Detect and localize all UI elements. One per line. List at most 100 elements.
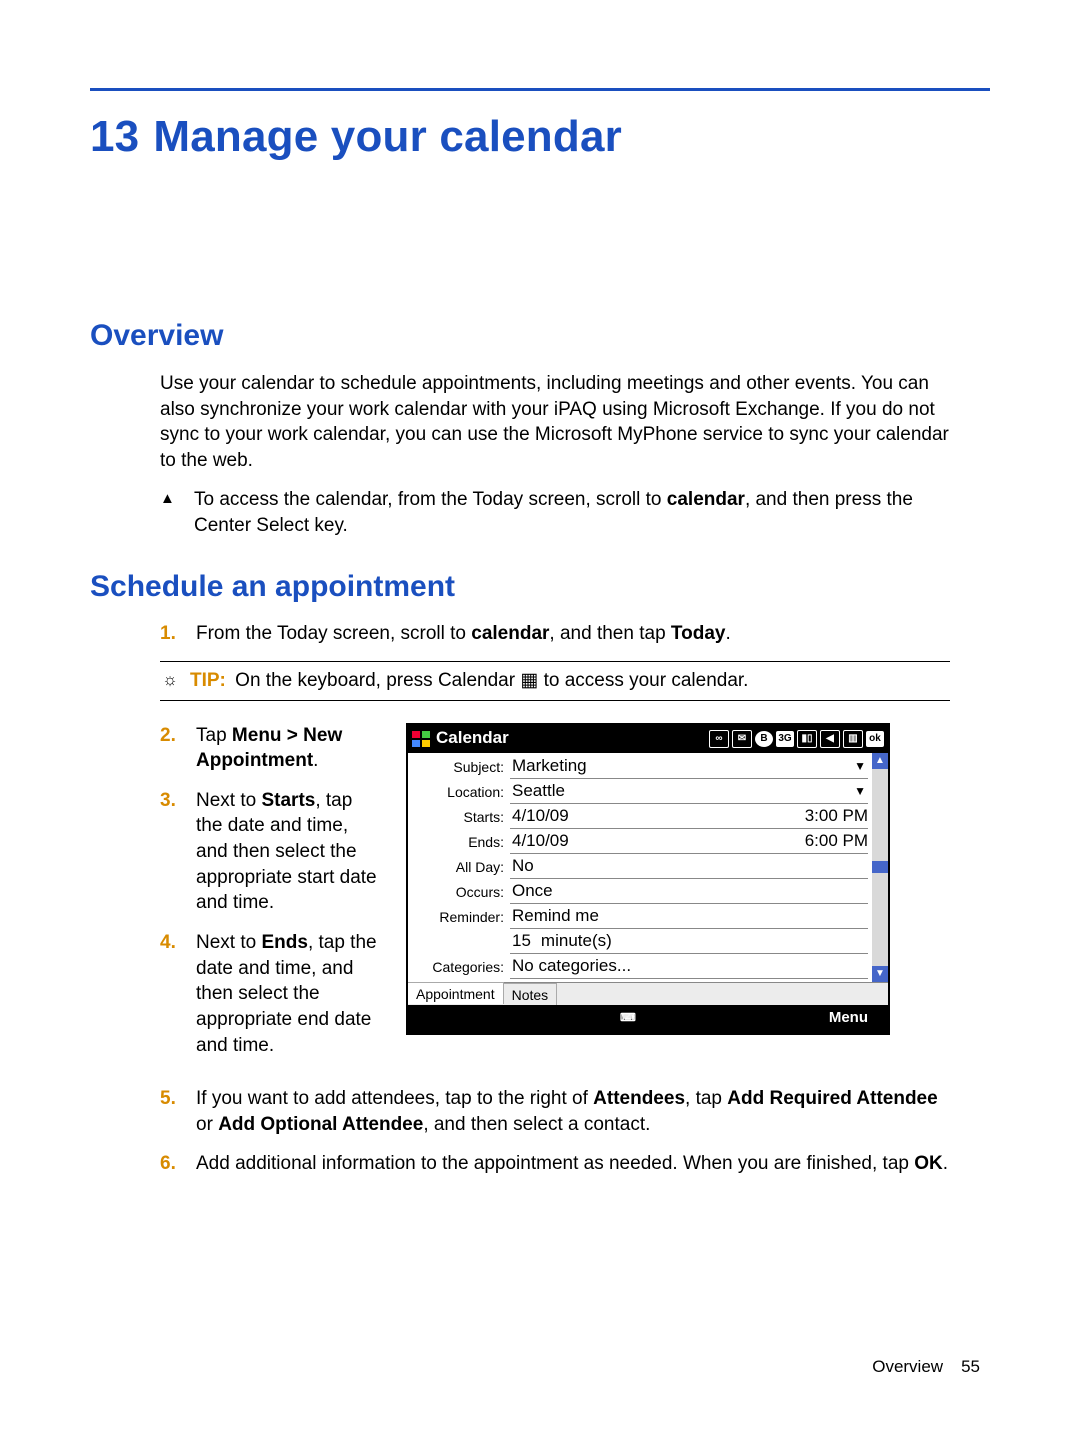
location-field[interactable]: Seattle ▼ (510, 780, 868, 804)
ends-field[interactable]: 4/10/09 6:00 PM (510, 830, 868, 854)
reminder-field[interactable]: Remind me (510, 905, 868, 929)
chapter-name: Manage your calendar (153, 112, 622, 161)
step5-end: , and then select a contact. (423, 1114, 650, 1135)
ok-button[interactable]: ok (866, 731, 884, 747)
step5-b1: Attendees (593, 1088, 685, 1109)
step5-b3: Add Optional Attendee (218, 1114, 423, 1135)
keyboard-icon[interactable]: ⌨ (620, 1011, 637, 1026)
step-1: From the Today screen, scroll to calenda… (160, 621, 950, 647)
label-allday: All Day: (408, 858, 510, 877)
step6-c: . (943, 1153, 948, 1174)
ends-date: 4/10/09 (512, 830, 569, 853)
reminder-time-field[interactable]: 15 minute(s) (510, 930, 868, 954)
step5-mid1: , tap (685, 1088, 727, 1109)
step5-a: If you want to add attendees, tap to the… (196, 1088, 593, 1109)
step1-text-mid: , and then tap (549, 623, 671, 644)
step-6: Add additional information to the appoin… (160, 1151, 950, 1177)
scroll-down-icon[interactable]: ▼ (872, 966, 888, 982)
step3-a: Next to (196, 790, 261, 811)
categories-value: No categories... (512, 955, 631, 978)
windows-flag-icon (412, 731, 430, 747)
chapter-title: 13 Manage your calendar (90, 107, 990, 166)
step4-a: Next to (196, 932, 261, 953)
status-tray: ∞ ✉ B 3G ▮▯ ◀ ▥ ok (709, 730, 884, 748)
step5-mid2: or (196, 1114, 218, 1135)
label-categories: Categories: (408, 958, 510, 977)
section-overview-heading: Overview (90, 316, 990, 357)
reminder-value: Remind me (512, 905, 599, 928)
overview-instruction-text-a: To access the calendar, from the Today s… (194, 489, 667, 510)
step1-text-end: . (725, 623, 730, 644)
mail-icon: ✉ (732, 730, 752, 748)
label-subject: Subject: (408, 758, 510, 777)
chapter-number: 13 (90, 112, 139, 161)
step1-bold2: Today (671, 623, 726, 644)
step2-c: . (313, 750, 318, 771)
volume-icon: ◀ (820, 730, 840, 748)
label-location: Location: (408, 783, 510, 802)
starts-date: 4/10/09 (512, 805, 569, 828)
categories-field[interactable]: No categories... (510, 955, 868, 979)
occurs-field[interactable]: Once (510, 880, 868, 904)
step4-b: Ends (261, 932, 307, 953)
scroll-up-icon[interactable]: ▲ (872, 753, 888, 769)
tip-callout: ☼ TIP: On the keyboard, press Calendar ▦… (160, 661, 950, 701)
step-5: If you want to add attendees, tap to the… (160, 1086, 950, 1137)
ends-time: 6:00 PM (805, 830, 868, 853)
device-titlebar: Calendar ∞ ✉ B 3G ▮▯ ◀ ▥ ok (408, 725, 888, 753)
device-screenshot: Calendar ∞ ✉ B 3G ▮▯ ◀ ▥ ok (406, 723, 890, 1035)
signal-icon: ▮▯ (797, 730, 817, 748)
starts-field[interactable]: 4/10/09 3:00 PM (510, 805, 868, 829)
step-2: Tap Menu > New Appointment. (160, 723, 380, 774)
label-reminder: Reminder: (408, 908, 510, 927)
reminder-qty: 15 (512, 930, 531, 953)
chevron-down-icon[interactable]: ▼ (854, 758, 866, 774)
step-3: Next to Starts, tap the date and time, a… (160, 788, 380, 916)
overview-instruction-bold: calendar (667, 489, 745, 510)
device-app-title: Calendar (436, 727, 509, 750)
voicemail-icon: ∞ (709, 730, 729, 748)
step1-bold1: calendar (471, 623, 549, 644)
network-3g-icon: 3G (776, 731, 794, 747)
overview-paragraph: Use your calendar to schedule appointmen… (160, 371, 950, 474)
tab-appointment[interactable]: Appointment (408, 982, 504, 1004)
bluetooth-icon: B (755, 731, 773, 747)
footer-page-number: 55 (961, 1356, 980, 1379)
calendar-key-icon: ▦ (520, 670, 538, 691)
subject-field[interactable]: Marketing ▼ (510, 755, 868, 779)
device-tabs: Appointment Notes (408, 982, 888, 1005)
device-menubar: ⌨ Menu (408, 1005, 888, 1033)
step6-a: Add additional information to the appoin… (196, 1153, 914, 1174)
battery-icon: ▥ (843, 730, 863, 748)
page-footer: Overview 55 (872, 1356, 980, 1379)
tab-notes[interactable]: Notes (504, 983, 558, 1005)
allday-value: No (512, 855, 534, 878)
starts-time: 3:00 PM (805, 805, 868, 828)
chevron-down-icon[interactable]: ▼ (854, 783, 866, 799)
step6-b: OK (914, 1153, 943, 1174)
overview-instruction: ▲ To access the calendar, from the Today… (160, 487, 950, 538)
top-rule (90, 88, 990, 91)
step3-b: Starts (261, 790, 315, 811)
footer-section: Overview (872, 1356, 943, 1379)
tip-label: TIP: (190, 670, 226, 691)
tip-text-after: to access your calendar. (538, 670, 748, 691)
scrollbar[interactable]: ▲ ▼ (872, 753, 888, 982)
step5-b2: Add Required Attendee (727, 1088, 937, 1109)
reminder-unit: minute(s) (541, 930, 612, 953)
scroll-thumb[interactable] (872, 861, 888, 873)
location-value: Seattle (512, 780, 565, 803)
subject-value: Marketing (512, 755, 587, 778)
step2-a: Tap (196, 725, 232, 746)
label-ends: Ends: (408, 833, 510, 852)
tip-lightbulb-icon: ☼ (160, 668, 180, 692)
label-starts: Starts: (408, 808, 510, 827)
occurs-value: Once (512, 880, 553, 903)
allday-field[interactable]: No (510, 855, 868, 879)
triangle-bullet-icon: ▲ (160, 487, 178, 538)
menu-button[interactable]: Menu (829, 1008, 868, 1028)
step1-text-a: From the Today screen, scroll to (196, 623, 471, 644)
section-schedule-heading: Schedule an appointment (90, 567, 990, 608)
step-4: Next to Ends, tap the date and time, and… (160, 930, 380, 1058)
appointment-form: Subject: Marketing ▼ Location: Seattle (408, 753, 872, 982)
